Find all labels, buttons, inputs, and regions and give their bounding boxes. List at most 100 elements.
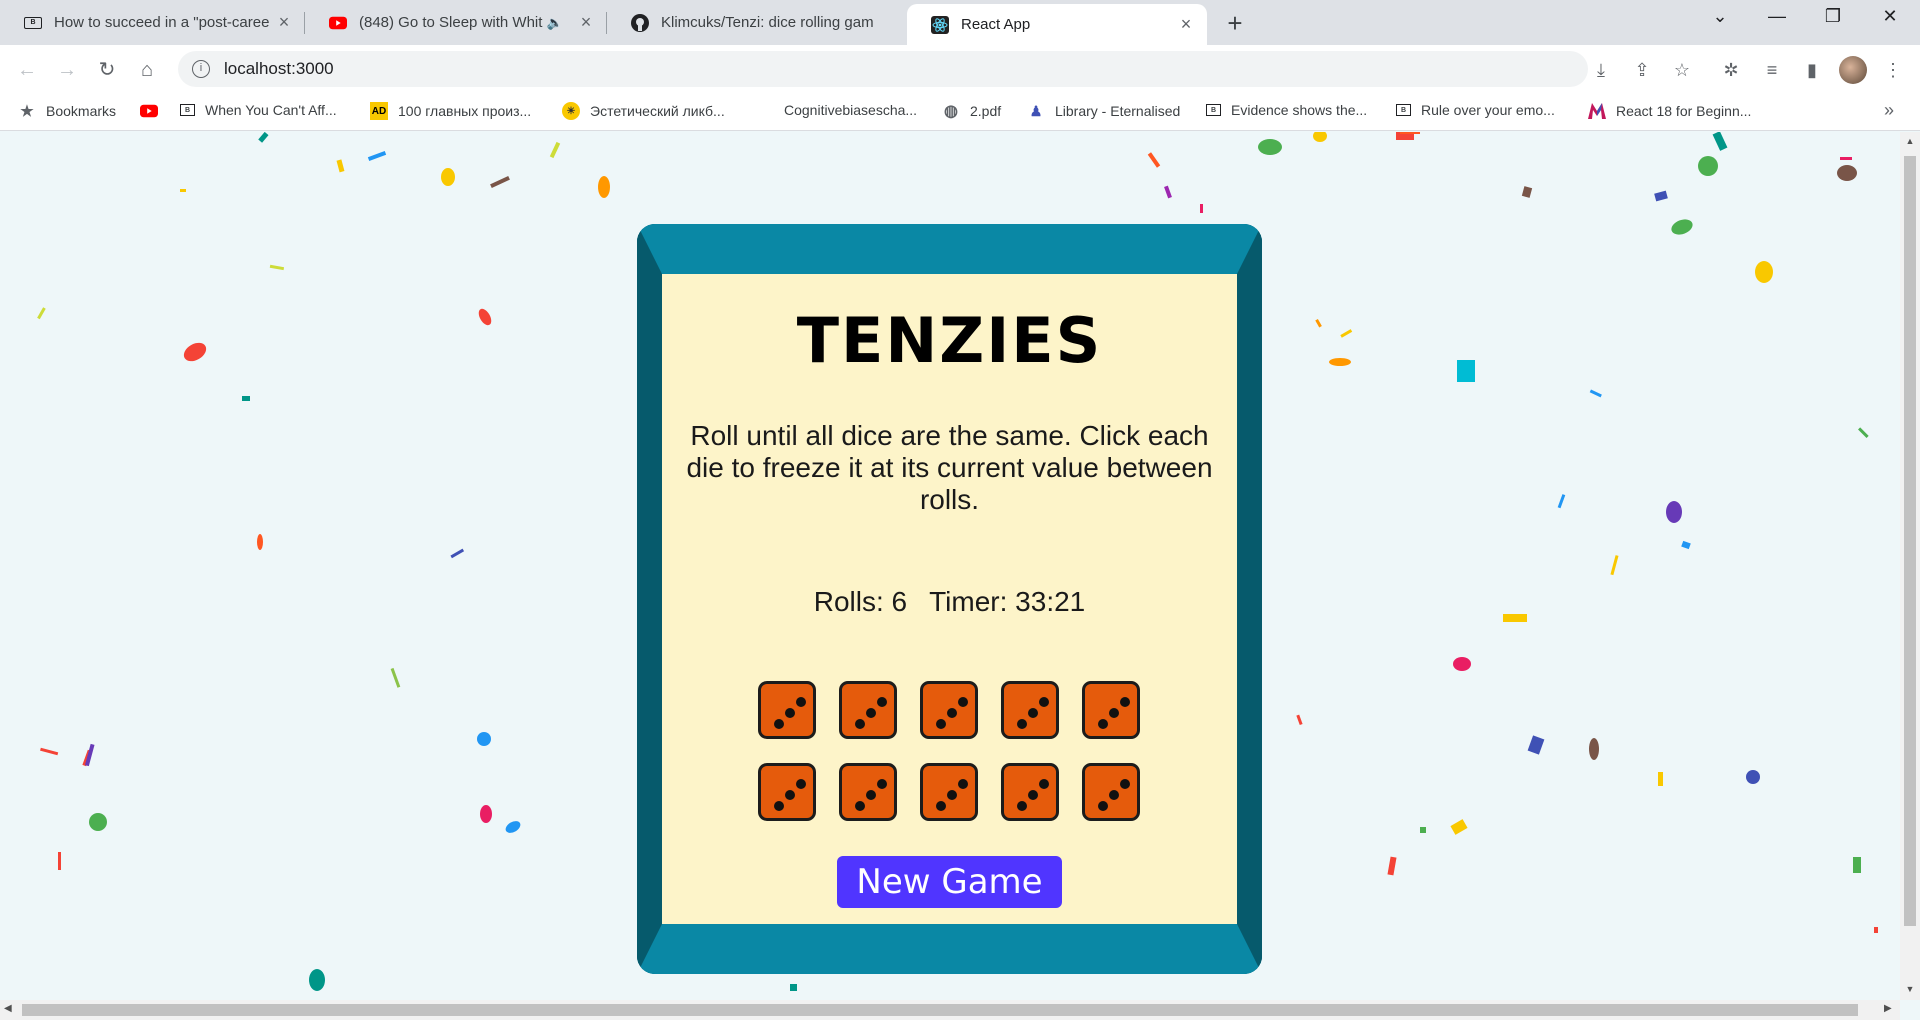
- die-3[interactable]: [920, 681, 978, 739]
- site-info-icon[interactable]: i: [192, 60, 210, 78]
- die-pip: [958, 778, 969, 789]
- bookmark-item[interactable]: ☀ Эстетический ликб...: [562, 102, 725, 120]
- die-4[interactable]: [1001, 681, 1059, 739]
- tab-search-chevron-icon[interactable]: ⌄: [1700, 6, 1740, 27]
- close-icon[interactable]: ×: [577, 12, 595, 33]
- side-panel-icon[interactable]: ▮: [1797, 55, 1827, 85]
- die-pip: [1109, 708, 1119, 718]
- die-9[interactable]: [1001, 763, 1059, 821]
- die-pip: [773, 801, 784, 812]
- die-5[interactable]: [1082, 681, 1140, 739]
- bookmark-item[interactable]: Cognitivebiasescha...: [784, 102, 917, 118]
- document-icon: B: [1206, 104, 1221, 116]
- minimize-icon[interactable]: —: [1757, 6, 1797, 27]
- bookmark-item[interactable]: ◍ 2.pdf: [942, 102, 1001, 120]
- tab-post-career[interactable]: B How to succeed in a "post-caree ×: [0, 0, 305, 45]
- die-2[interactable]: [839, 681, 897, 739]
- bookmark-item[interactable]: React 18 for Beginn...: [1588, 102, 1751, 120]
- rolls-counter: Rolls: 6: [813, 586, 908, 617]
- bookmark-label: 100 главных произ...: [398, 103, 532, 119]
- die-pip: [935, 801, 946, 812]
- die-pip: [877, 778, 888, 789]
- bookmark-youtube[interactable]: [140, 102, 168, 120]
- browser-toolbar: ← → ↻ ⌂ i localhost:3000 ⤓ ⇪ ☆ ✲ ≡ ▮ ⋮: [0, 45, 1920, 93]
- vertical-scrollbar[interactable]: ▲ ▼: [1900, 132, 1920, 1000]
- die-pip: [1016, 801, 1027, 812]
- bookmark-item[interactable]: B Evidence shows the...: [1206, 102, 1367, 118]
- vertical-scroll-thumb[interactable]: [1904, 156, 1916, 926]
- speaker-icon[interactable]: 🔈: [547, 15, 563, 31]
- menu-kebab-icon[interactable]: ⋮: [1878, 55, 1908, 85]
- close-icon[interactable]: ×: [1177, 14, 1195, 35]
- bookmark-label: Эстетический ликб...: [590, 103, 725, 119]
- die-pip: [866, 708, 876, 718]
- youtube-icon: [329, 14, 347, 32]
- game-board: TENZIES Roll until all dice are the same…: [662, 274, 1237, 924]
- share-icon[interactable]: ⇪: [1627, 55, 1657, 85]
- die-1[interactable]: [758, 681, 816, 739]
- bookmark-item[interactable]: AD 100 главных произ...: [370, 102, 531, 120]
- horizontal-scroll-thumb[interactable]: [22, 1004, 1858, 1016]
- person-icon: ♟: [1029, 102, 1043, 119]
- tab-title: (848) Go to Sleep with Whit: [359, 14, 543, 31]
- bookmark-label: 2.pdf: [970, 103, 1002, 119]
- address-bar[interactable]: i localhost:3000: [178, 51, 1588, 87]
- die-pip: [866, 790, 876, 800]
- bookmark-item[interactable]: B When You Can't Aff...: [180, 102, 337, 118]
- die-pip: [1016, 719, 1027, 730]
- scroll-left-icon[interactable]: ◀: [4, 1003, 12, 1014]
- media-controls-icon[interactable]: ≡: [1757, 55, 1787, 85]
- tab-title: Klimcuks/Tenzi: dice rolling gam: [661, 14, 874, 31]
- die-pip: [1028, 790, 1038, 800]
- die-pip: [785, 790, 795, 800]
- bookmarks-overflow-icon[interactable]: »: [1884, 100, 1894, 121]
- die-pip: [785, 708, 795, 718]
- m-logo-icon: [1588, 102, 1606, 120]
- back-icon[interactable]: ←: [12, 55, 42, 85]
- die-pip: [935, 719, 946, 730]
- home-icon[interactable]: ⌂: [132, 55, 162, 85]
- profile-avatar[interactable]: [1839, 56, 1867, 84]
- forward-icon[interactable]: →: [52, 55, 82, 85]
- tab-react-app[interactable]: React App ×: [907, 4, 1207, 45]
- die-pip: [947, 708, 957, 718]
- bookmarks-bar: ★ Bookmarks B When You Can't Aff... AD 1…: [0, 93, 1920, 131]
- die-8[interactable]: [920, 763, 978, 821]
- die-pip: [854, 801, 865, 812]
- bookmark-folder[interactable]: ★ Bookmarks: [18, 102, 116, 120]
- bookmark-label: Evidence shows the...: [1231, 102, 1368, 118]
- die-6[interactable]: [758, 763, 816, 821]
- game-frame: TENZIES Roll until all dice are the same…: [637, 224, 1262, 974]
- new-tab-icon[interactable]: +: [1220, 8, 1250, 39]
- die-pip: [1120, 778, 1131, 789]
- game-instructions: Roll until all dice are the same. Click …: [686, 420, 1213, 515]
- die-pip: [1039, 696, 1050, 707]
- bookmark-item[interactable]: ♟ Library - Eternalised: [1027, 102, 1181, 120]
- scroll-right-icon[interactable]: ▶: [1884, 1003, 1892, 1014]
- die-pip: [877, 696, 888, 707]
- window-close-icon[interactable]: ✕: [1870, 6, 1910, 27]
- restore-icon[interactable]: ❐: [1813, 6, 1853, 27]
- bookmark-item[interactable]: B Rule over your emo...: [1396, 102, 1555, 118]
- die-7[interactable]: [839, 763, 897, 821]
- scroll-up-icon[interactable]: ▲: [1904, 136, 1916, 146]
- tab-youtube[interactable]: (848) Go to Sleep with Whit 🔈 ×: [305, 0, 607, 45]
- scroll-down-icon[interactable]: ▼: [1904, 984, 1916, 994]
- tab-title: React App: [961, 16, 1031, 33]
- die-pip: [958, 696, 969, 707]
- die-pip: [1028, 708, 1038, 718]
- bookmark-star-icon[interactable]: ☆: [1667, 55, 1697, 85]
- tab-github[interactable]: Klimcuks/Tenzi: dice rolling gam ×: [607, 0, 905, 45]
- install-icon[interactable]: ⤓: [1586, 55, 1616, 85]
- horizontal-scrollbar[interactable]: ◀ ▶: [0, 1000, 1900, 1020]
- page-viewport: TENZIES Roll until all dice are the same…: [0, 132, 1900, 1000]
- github-icon: [631, 13, 649, 32]
- new-game-button[interactable]: New Game: [837, 856, 1062, 908]
- close-icon[interactable]: ×: [275, 12, 293, 33]
- die-pip: [773, 719, 784, 730]
- reload-icon[interactable]: ↻: [92, 55, 122, 85]
- die-pip: [796, 696, 807, 707]
- die-10[interactable]: [1082, 763, 1140, 821]
- extensions-icon[interactable]: ✲: [1716, 55, 1746, 85]
- document-icon: B: [180, 104, 195, 116]
